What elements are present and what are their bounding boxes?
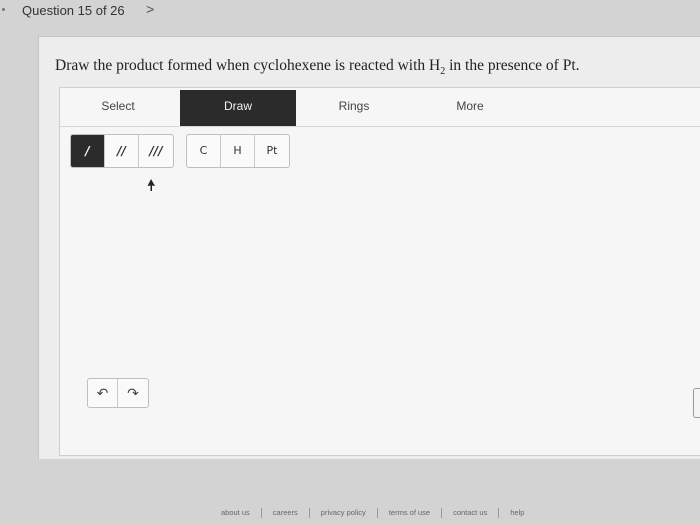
question-prompt: Draw the product formed when cyclohexene… — [55, 57, 695, 77]
prompt-text-end: in the presence of Pt. — [445, 57, 580, 74]
prompt-text: Draw the product formed when cyclohexene… — [55, 57, 441, 74]
carbon-atom-button[interactable]: C — [187, 135, 221, 167]
mode-tabs: Select Draw Rings More — [60, 90, 700, 127]
footer-link-contact[interactable]: contact us — [442, 508, 500, 518]
tab-rings[interactable]: Rings — [296, 90, 412, 126]
platinum-atom-button[interactable]: Pt — [255, 135, 289, 167]
tab-select[interactable]: Select — [60, 90, 176, 126]
single-bond-button[interactable]: / — [71, 135, 105, 167]
side-panel-handle[interactable] — [693, 388, 700, 418]
hydrogen-atom-button[interactable]: H — [221, 135, 255, 167]
mouse-pointer-icon — [147, 179, 155, 191]
history-controls: ↶ ↷ — [87, 378, 149, 408]
question-counter: Question 15 of 26 — [22, 3, 125, 18]
footer-link-privacy[interactable]: privacy policy — [310, 508, 378, 518]
tab-draw[interactable]: Draw — [180, 90, 296, 126]
structure-editor: Select Draw Rings More / // /// C H Pt ↶… — [59, 87, 700, 456]
double-bond-button[interactable]: // — [105, 135, 139, 167]
drawing-canvas[interactable] — [60, 176, 700, 454]
footer-link-about[interactable]: about us — [210, 508, 262, 518]
footer-link-careers[interactable]: careers — [262, 508, 310, 518]
triple-bond-button[interactable]: /// — [139, 135, 173, 167]
footer-links: about us careers privacy policy terms of… — [210, 506, 535, 520]
footer-link-help[interactable]: help — [499, 508, 535, 518]
question-nav: Question 15 of 26 > — [0, 0, 700, 28]
tab-more[interactable]: More — [412, 90, 528, 126]
atom-toolbar: C H Pt — [186, 134, 290, 168]
menu-icon[interactable] — [2, 8, 5, 11]
question-card: Draw the product formed when cyclohexene… — [38, 36, 700, 459]
undo-icon[interactable]: ↶ — [88, 379, 118, 407]
next-question-icon[interactable]: > — [146, 1, 154, 17]
redo-icon[interactable]: ↷ — [118, 379, 148, 407]
bond-toolbar: / // /// — [70, 134, 174, 168]
footer-link-terms[interactable]: terms of use — [378, 508, 443, 518]
